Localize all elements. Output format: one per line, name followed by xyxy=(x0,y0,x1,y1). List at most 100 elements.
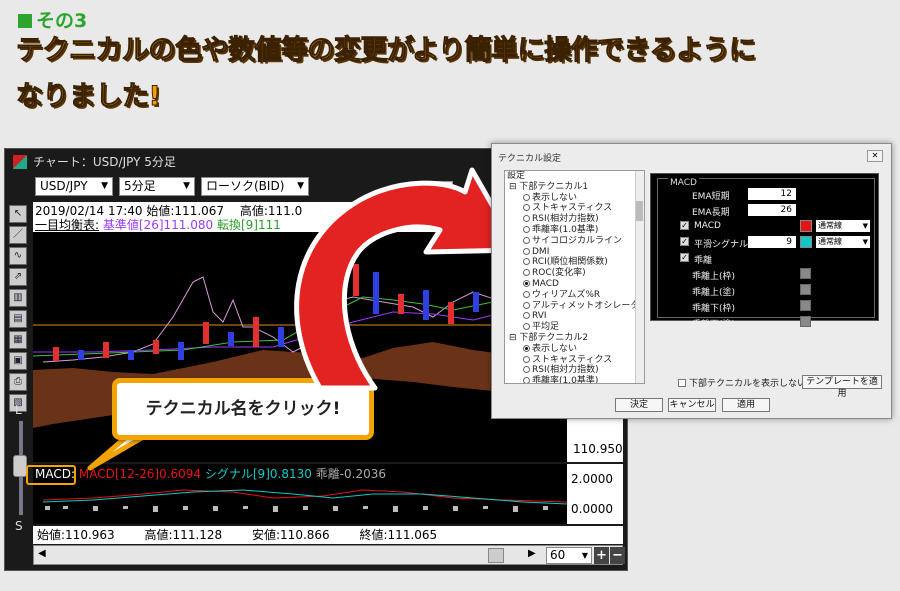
headline-line2: なりました! xyxy=(15,81,161,113)
diff-down-line-swatch[interactable] xyxy=(800,316,811,327)
collapse-icon[interactable]: ⊟ xyxy=(509,333,519,343)
tree-radio-item[interactable]: サイコロジカルライン xyxy=(505,236,644,247)
grid-tool-icon[interactable]: ▤ xyxy=(9,310,27,328)
table-tool-icon[interactable]: ▦ xyxy=(9,331,27,349)
section-number: その3 xyxy=(18,6,87,33)
window-tool-icon[interactable]: ▣ xyxy=(9,352,27,370)
ichimoku-label[interactable]: 一目均衡表: xyxy=(35,218,99,232)
price-axis-label: 110.950 xyxy=(573,442,623,456)
signal-checkbox[interactable]: ✓ xyxy=(680,237,689,246)
tree-scroll-thumb[interactable] xyxy=(636,201,643,221)
tree-item-label: ROC(変化率) xyxy=(532,268,586,279)
hist-bar xyxy=(213,506,218,511)
tree-radio-item[interactable]: RSI(相対力指数) xyxy=(505,214,644,225)
zoom-slider-handle[interactable] xyxy=(13,455,27,477)
low-value: 安値:110.866 xyxy=(252,528,330,542)
tree-radio-item[interactable]: ウィリアムズ%R xyxy=(505,290,644,301)
radio-icon xyxy=(523,258,530,266)
scroll-thumb[interactable] xyxy=(488,548,504,563)
bar-count-select[interactable]: 60 ▼ xyxy=(546,547,592,564)
collapse-icon[interactable]: ⊟ xyxy=(509,182,519,192)
tree-radio-item[interactable]: MACD xyxy=(505,279,644,290)
ema-long-input[interactable]: 26 xyxy=(748,204,796,216)
tool-column: ↖ ／ ∿ ⇗ ▥ ▤ ▦ ▣ ⎙ ▧ xyxy=(9,205,31,415)
tree-radio-item[interactable]: 平均足 xyxy=(505,322,644,333)
signal-line-style-select[interactable]: 通常線 ▼ xyxy=(816,236,870,248)
tree-scrollbar[interactable] xyxy=(635,171,644,383)
scroll-right-icon[interactable]: ▶ xyxy=(528,548,536,559)
candle xyxy=(53,347,59,361)
macd-checkbox[interactable]: ✓ xyxy=(680,221,689,230)
signal-line-style-value: 通常線 xyxy=(818,237,842,246)
zoom-in-button[interactable]: + xyxy=(594,547,609,564)
macd-axis: 2.0000 0.0000 xyxy=(567,464,623,524)
ema-short-input[interactable]: 12 xyxy=(748,188,796,200)
tree-radio-item[interactable]: DMI xyxy=(505,247,644,258)
channel-tool-icon[interactable]: ⇗ xyxy=(9,268,27,286)
hist-bar xyxy=(183,506,188,510)
tree-radio-item[interactable]: 表示しない xyxy=(505,193,644,204)
zoom-small-label: S xyxy=(15,519,23,533)
hist-bar xyxy=(543,506,548,510)
diff-up-fill-swatch[interactable] xyxy=(800,268,811,279)
fibonacci-tool-icon[interactable]: ▥ xyxy=(9,289,27,307)
macd-line-style-select[interactable]: 通常線 ▼ xyxy=(816,220,870,232)
wave-tool-icon[interactable]: ∿ xyxy=(9,247,27,265)
diff-up-line-swatch[interactable] xyxy=(800,284,811,295)
zoom-large-label: L xyxy=(15,403,22,417)
tree-radio-item[interactable]: ROC(変化率) xyxy=(505,268,644,279)
chevron-down-icon: ▼ xyxy=(101,181,108,191)
tree-item-label: ウィリアムズ%R xyxy=(532,289,601,300)
apply-template-button[interactable]: テンプレートを適用 xyxy=(802,375,882,399)
pair-select[interactable]: USD/JPY ▼ xyxy=(35,177,113,196)
tree-radio-item[interactable]: ストキャスティクス xyxy=(505,355,644,366)
chevron-down-icon: ▼ xyxy=(862,238,868,246)
scroll-left-icon[interactable]: ◀ xyxy=(38,548,46,559)
macd-color-swatch[interactable] xyxy=(800,220,812,232)
ema-short-label: EMA短期 xyxy=(692,192,730,202)
tree-item-label: 乖離率(1.0基準) xyxy=(532,224,599,235)
zoom-out-button[interactable]: − xyxy=(610,547,625,564)
tree-radio-item[interactable]: 乖離率(1.0基準) xyxy=(505,225,644,236)
tree-group-item[interactable]: ⊟ 下部テクニカル1 xyxy=(505,182,644,193)
print-icon[interactable]: ⎙ xyxy=(9,373,27,391)
candle xyxy=(153,340,159,354)
checkbox-box xyxy=(678,379,686,387)
hist-bar xyxy=(45,506,50,510)
tree-items: 設定 ⊟ 下部テクニカル1 表示しない ストキャスティクス RSI(相対力指数) 乖離率(… xyxy=(505,171,644,383)
tree-radio-item[interactable]: RVI xyxy=(505,311,644,322)
tree-item-label: 下部テクニカル1 xyxy=(519,181,589,192)
hide-bottom-technical-checkbox[interactable]: 下部テクニカルを表示しない xyxy=(678,376,806,389)
diff-check-label: 乖離 xyxy=(694,256,713,266)
signal-input[interactable]: 9 xyxy=(748,236,796,248)
diff-checkbox[interactable]: ✓ xyxy=(680,253,689,262)
period-select[interactable]: 5分足 ▼ xyxy=(119,177,195,196)
tree-radio-item[interactable]: 表示しない xyxy=(505,344,644,355)
candle xyxy=(128,350,134,360)
tree-radio-item[interactable]: アルティメットオシレーター xyxy=(505,301,644,312)
horizontal-scrollbar[interactable]: ◀ ▶ 60 ▼ + − xyxy=(33,545,625,565)
tree-radio-item[interactable]: ストキャスティクス xyxy=(505,203,644,214)
diff-down-fill-swatch[interactable] xyxy=(800,300,811,311)
tree-item-label: RCI(順位相関係数) xyxy=(532,257,608,268)
tree-radio-item[interactable]: RCI(順位相関係数) xyxy=(505,257,644,268)
period-select-value: 5分足 xyxy=(124,179,156,193)
open-value: 始値:110.963 xyxy=(37,528,115,542)
signal-color-swatch[interactable] xyxy=(800,236,812,248)
tree-radio-item[interactable]: RSI(相対力指数) xyxy=(505,365,644,376)
macd-line-style-value: 通常線 xyxy=(818,221,842,230)
ok-button[interactable]: 決定 xyxy=(615,398,663,412)
macd-histogram xyxy=(45,506,548,512)
signal-value: シグナル[9]0.8130 xyxy=(204,467,312,481)
close-icon[interactable]: ✕ xyxy=(867,150,883,162)
macd-settings-panel: MACD EMA短期 12 EMA長期 26 ✓ MACD 通常線 ▼ ✓ 平滑シ… xyxy=(650,173,879,330)
apply-button[interactable]: 適用 xyxy=(722,398,770,412)
tree-group-item[interactable]: ⊟ 下部テクニカル2 xyxy=(505,333,644,344)
tree-radio-item[interactable]: 乖離率(1.0基準) xyxy=(505,376,644,383)
cursor-tool-icon[interactable]: ↖ xyxy=(9,205,27,223)
technical-tree: 設定 ⊟ 下部テクニカル1 表示しない ストキャスティクス RSI(相対力指数) 乖離率(… xyxy=(504,170,645,384)
cancel-button[interactable]: キャンセル xyxy=(668,398,716,412)
trendline-tool-icon[interactable]: ／ xyxy=(9,226,27,244)
tree-group-item[interactable]: 設定 xyxy=(505,171,644,182)
hist-bar xyxy=(123,506,128,509)
